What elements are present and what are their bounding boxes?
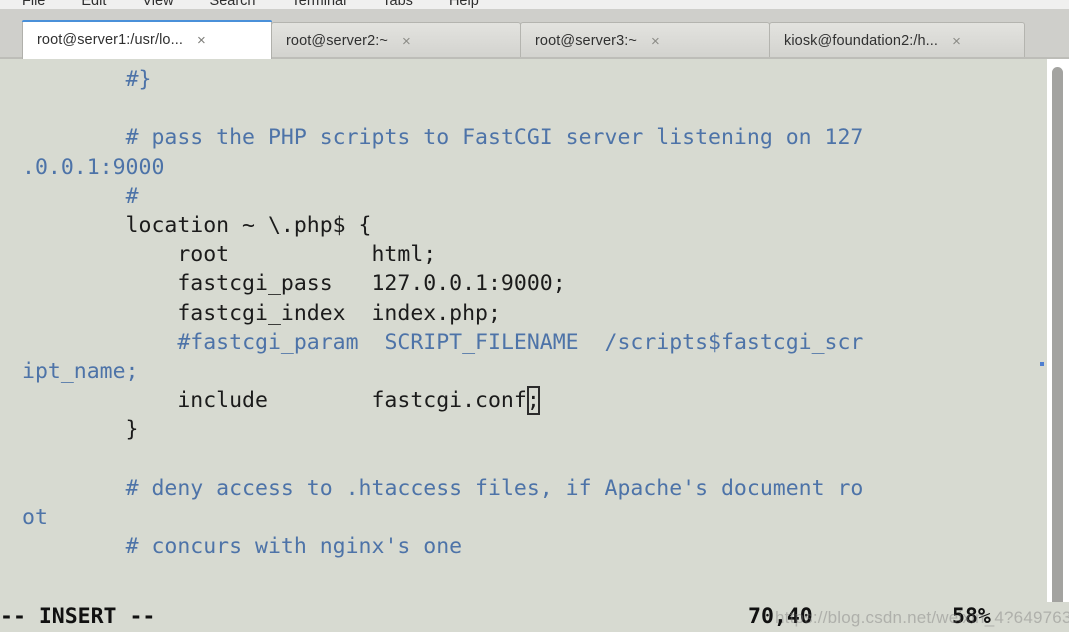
menu-item-view[interactable]: View bbox=[142, 0, 173, 9]
tab-kiosk-foundation2[interactable]: kiosk@foundation2:/h... × bbox=[769, 22, 1025, 59]
menu-item-search[interactable]: Search bbox=[210, 0, 256, 9]
tab-root-server2[interactable]: root@server2:~ × bbox=[271, 22, 521, 59]
code-text: } bbox=[22, 417, 139, 443]
terminal-line: # bbox=[22, 182, 1047, 211]
tab-label: root@server3:~ bbox=[535, 33, 637, 49]
code-text: location ~ \.php$ { bbox=[22, 212, 372, 238]
terminal-line: ot bbox=[22, 503, 1047, 532]
terminal-line: include fastcgi.conf; bbox=[22, 386, 1047, 415]
stray-blue-pixel bbox=[1040, 362, 1044, 366]
vim-editor-text[interactable]: #} # pass the PHP scripts to FastCGI ser… bbox=[22, 59, 1047, 632]
tab-label: root@server1:/usr/lo... bbox=[37, 32, 183, 48]
code-text: root html; bbox=[22, 242, 437, 268]
terminal-line: root html; bbox=[22, 240, 1047, 269]
text-cursor: ; bbox=[527, 386, 540, 415]
terminal-line: } bbox=[22, 415, 1047, 444]
code-text: fastcgi_pass 127.0.0.1:9000; bbox=[22, 271, 566, 297]
code-text: fastcgi_index index.php; bbox=[22, 300, 501, 326]
terminal-line: fastcgi_index index.php; bbox=[22, 299, 1047, 328]
terminal-line: fastcgi_pass 127.0.0.1:9000; bbox=[22, 269, 1047, 298]
code-comment: ipt_name; bbox=[22, 358, 139, 384]
menu-item-file[interactable]: File bbox=[22, 0, 45, 9]
close-icon[interactable]: × bbox=[952, 34, 961, 49]
terminal-window: File Edit View Search Terminal Tabs Help… bbox=[0, 0, 1069, 632]
menu-item-help[interactable]: Help bbox=[449, 0, 479, 9]
menu-item-edit[interactable]: Edit bbox=[81, 0, 106, 9]
close-icon[interactable]: × bbox=[651, 34, 660, 49]
terminal-line: #} bbox=[22, 65, 1047, 94]
tab-label: kiosk@foundation2:/h... bbox=[784, 33, 939, 49]
terminal-line: # concurs with nginx's one bbox=[22, 532, 1047, 561]
terminal-body[interactable]: #} # pass the PHP scripts to FastCGI ser… bbox=[0, 59, 1069, 632]
tab-root-server3[interactable]: root@server3:~ × bbox=[520, 22, 770, 59]
cursor-position: 70,40 bbox=[748, 604, 813, 629]
terminal-line: ipt_name; bbox=[22, 357, 1047, 386]
vim-status-line: -- INSERT -- 70,40 58% bbox=[0, 602, 1069, 632]
vertical-scrollbar[interactable] bbox=[1047, 59, 1069, 632]
terminal-line: .0.0.1:9000 bbox=[22, 153, 1047, 182]
code-text: include fastcgi.conf bbox=[22, 388, 527, 414]
close-icon[interactable]: × bbox=[402, 34, 411, 49]
menu-item-terminal[interactable]: Terminal bbox=[292, 0, 347, 9]
menu-bar: File Edit View Search Terminal Tabs Help bbox=[0, 0, 1069, 9]
terminal-line: #fastcgi_param SCRIPT_FILENAME /scripts$… bbox=[22, 328, 1047, 357]
terminal-line: location ~ \.php$ { bbox=[22, 211, 1047, 240]
terminal-line: # deny access to .htaccess files, if Apa… bbox=[22, 474, 1047, 503]
code-comment: .0.0.1:9000 bbox=[22, 154, 165, 180]
code-comment: # bbox=[125, 183, 139, 209]
code-comment: #fastcgi_param SCRIPT_FILENAME /scripts$… bbox=[177, 329, 864, 355]
close-icon[interactable]: × bbox=[197, 33, 206, 48]
scrollbar-thumb[interactable] bbox=[1052, 67, 1063, 622]
menu-item-tabs[interactable]: Tabs bbox=[382, 0, 413, 9]
tab-bar: root@server1:/usr/lo... × root@server2:~… bbox=[0, 9, 1069, 59]
code-comment: ot bbox=[22, 504, 48, 530]
file-percent: 58% bbox=[952, 604, 991, 629]
vim-mode-indicator: -- INSERT -- bbox=[0, 604, 156, 629]
terminal-line: # pass the PHP scripts to FastCGI server… bbox=[22, 123, 1047, 152]
code-comment: #} bbox=[125, 67, 152, 92]
code-comment: # concurs with nginx's one bbox=[125, 534, 463, 559]
code-comment: # deny access to .htaccess files, if Apa… bbox=[125, 475, 864, 501]
tab-label: root@server2:~ bbox=[286, 33, 388, 49]
tab-root-server1[interactable]: root@server1:/usr/lo... × bbox=[22, 20, 272, 59]
code-comment: # pass the PHP scripts to FastCGI server… bbox=[125, 125, 864, 151]
